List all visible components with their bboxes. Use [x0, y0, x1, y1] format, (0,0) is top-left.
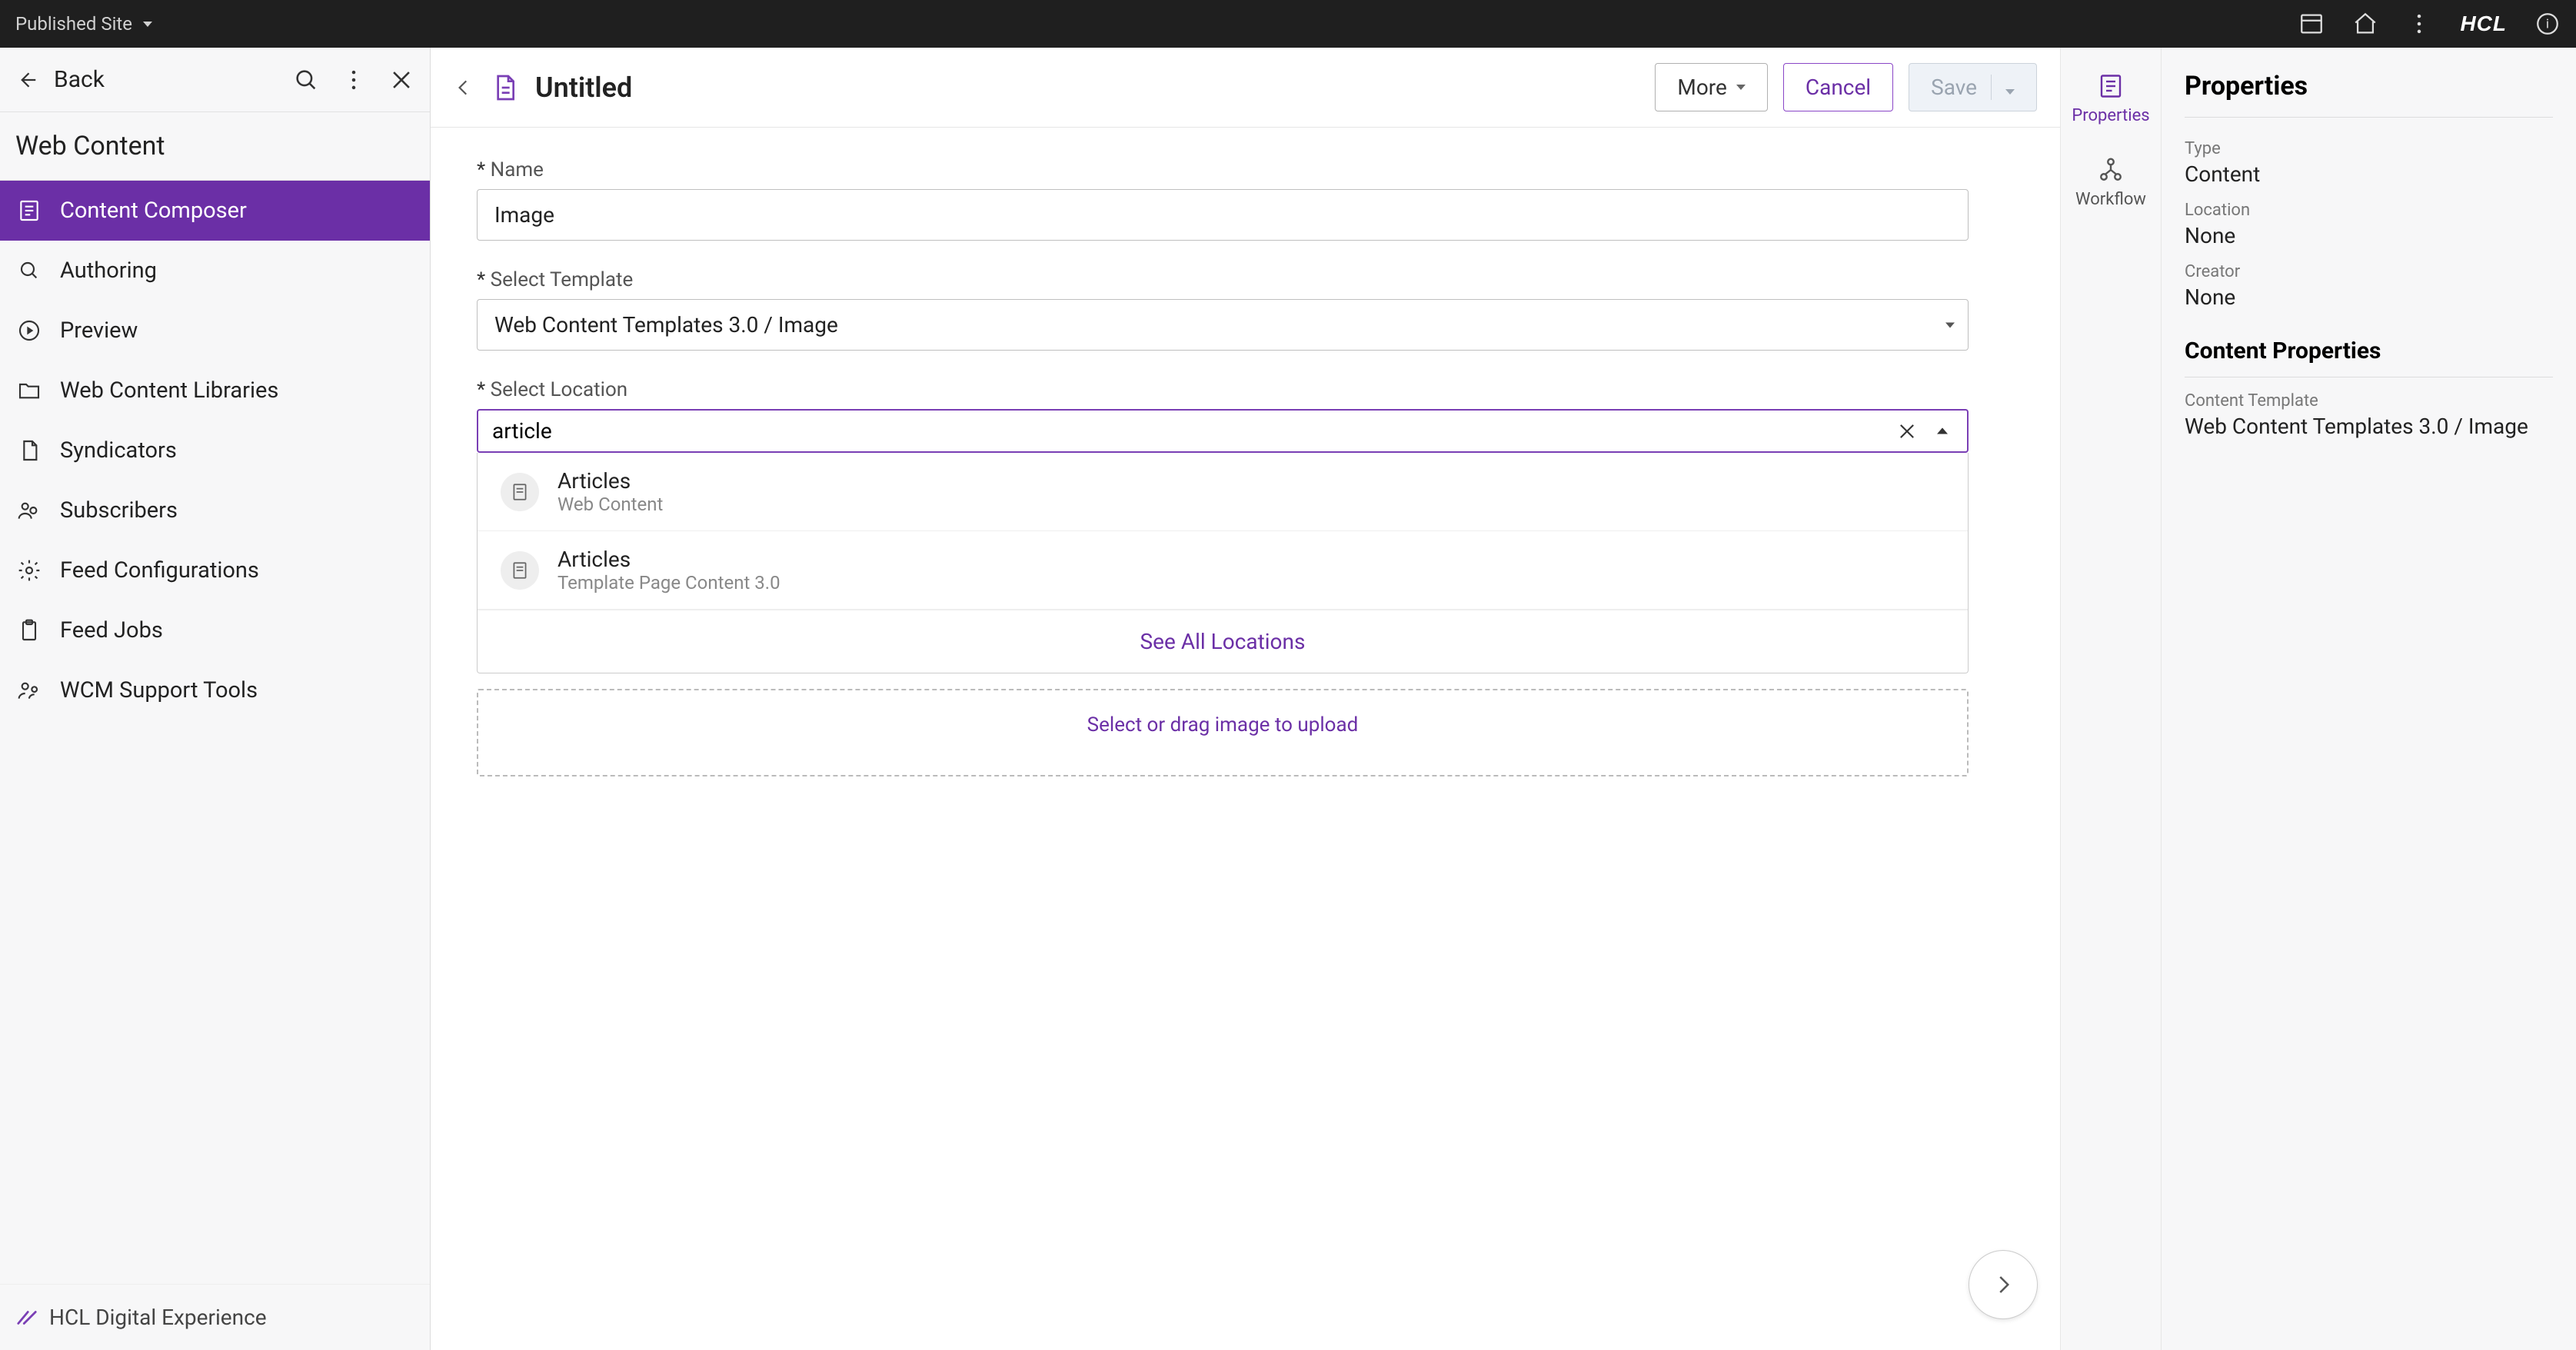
properties-panel-title: Properties	[2185, 71, 2553, 118]
people-icon	[17, 498, 42, 523]
prop-creator-value: None	[2185, 284, 2553, 310]
upload-hint-text: Select or drag image to upload	[1087, 713, 1359, 737]
properties-icon	[2097, 72, 2125, 100]
document-title: Untitled	[535, 71, 632, 104]
template-select[interactable]	[477, 299, 1969, 351]
prop-creator-label: Creator	[2185, 262, 2553, 281]
people-alt-icon	[17, 678, 42, 703]
tab-label: Properties	[2072, 106, 2149, 125]
prop-type-value: Content	[2185, 161, 2553, 187]
right-rail: Properties Workflow Properties Type Cont…	[2060, 48, 2576, 1350]
sidebar-item-label: Feed Configurations	[60, 557, 259, 584]
see-all-locations-link[interactable]: See All Locations	[478, 610, 1968, 673]
location-option-subtitle: Template Page Content 3.0	[557, 572, 780, 594]
panel-toggle-icon[interactable]	[2298, 11, 2325, 37]
image-upload-dropzone[interactable]: Select or drag image to upload	[477, 689, 1969, 776]
prop-ct-value: Web Content Templates 3.0 / Image	[2185, 414, 2553, 439]
save-button[interactable]: Save	[1909, 63, 2037, 111]
location-option[interactable]: Articles Web Content	[478, 453, 1968, 531]
sidebar-title: Web Content	[0, 112, 430, 181]
cancel-button[interactable]: Cancel	[1783, 63, 1893, 111]
sidebar-item-subscribers[interactable]: Subscribers	[0, 480, 430, 540]
clipboard-icon	[17, 618, 42, 643]
back-chevron-icon[interactable]	[454, 78, 474, 98]
sidebar-item-label: Authoring	[60, 258, 157, 284]
compose-icon	[17, 198, 42, 223]
play-icon	[17, 318, 42, 343]
caret-down-icon[interactable]	[1945, 322, 1955, 328]
gear-icon	[17, 558, 42, 583]
caret-down-icon	[1736, 85, 1746, 90]
product-name: HCL Digital Experience	[49, 1305, 267, 1330]
name-input[interactable]	[477, 189, 1969, 241]
tab-properties[interactable]: Properties	[2067, 66, 2154, 131]
folder-icon	[17, 378, 42, 403]
more-button-label: More	[1677, 75, 1727, 100]
sidebar-item-label: Feed Jobs	[60, 617, 163, 643]
product-logo-icon	[15, 1306, 38, 1329]
sidebar-item-preview[interactable]: Preview	[0, 301, 430, 361]
caret-down-icon	[2005, 89, 2015, 95]
sidebar-overflow-icon[interactable]	[341, 67, 367, 93]
tab-label: Workflow	[2075, 190, 2146, 209]
sidebar-item-label: Content Composer	[60, 198, 247, 224]
back-label[interactable]: Back	[54, 66, 105, 93]
sidebar-item-syndicators[interactable]: Syndicators	[0, 421, 430, 480]
sidebar-item-label: Web Content Libraries	[60, 377, 278, 404]
main-editor: Untitled More Cancel Save Name Select Te…	[431, 48, 2060, 1350]
product-footer-label: HCL Digital Experience	[0, 1284, 430, 1350]
location-input[interactable]	[492, 418, 1882, 444]
close-sidebar-icon[interactable]	[388, 67, 414, 93]
chevron-right-icon	[1992, 1273, 2015, 1296]
location-combobox[interactable]	[477, 409, 1969, 453]
prop-type-label: Type	[2185, 139, 2553, 158]
sidebar-item-support-tools[interactable]: WCM Support Tools	[0, 660, 430, 720]
sidebar-item-label: WCM Support Tools	[60, 677, 258, 703]
site-menu-caret-icon[interactable]	[143, 22, 152, 27]
location-dropdown: Articles Web Content Articles Template P…	[477, 453, 1969, 673]
sidebar-item-label: Syndicators	[60, 437, 177, 464]
search-icon[interactable]	[293, 67, 319, 93]
location-option-title: Articles	[557, 468, 663, 494]
back-arrow-icon[interactable]	[15, 68, 38, 91]
sidebar-item-authoring[interactable]: Authoring	[0, 241, 430, 301]
home-icon[interactable]	[2352, 11, 2378, 37]
prop-ct-label: Content Template	[2185, 391, 2553, 411]
workflow-icon	[2097, 156, 2125, 184]
more-button[interactable]: More	[1655, 63, 1768, 111]
tab-workflow[interactable]: Workflow	[2071, 150, 2151, 215]
help-icon[interactable]: i	[2534, 11, 2561, 37]
sidebar: Back Web Content Content Composer Author…	[0, 48, 431, 1350]
sidebar-item-label: Subscribers	[60, 497, 178, 524]
location-option-title: Articles	[557, 547, 780, 572]
site-menu-label[interactable]: Published Site	[15, 13, 132, 35]
document-icon	[489, 72, 520, 103]
app-topbar: Published Site HCL i	[0, 0, 2576, 48]
prop-location-value: None	[2185, 223, 2553, 248]
save-button-label: Save	[1931, 75, 1977, 100]
sidebar-item-label: Preview	[60, 318, 138, 344]
sidebar-item-feed-jobs[interactable]: Feed Jobs	[0, 600, 430, 660]
location-icon	[501, 551, 539, 590]
caret-up-icon[interactable]	[1932, 421, 1953, 442]
location-option-subtitle: Web Content	[557, 494, 663, 515]
overflow-menu-icon[interactable]	[2406, 11, 2432, 37]
svg-text:i: i	[2546, 17, 2549, 32]
location-icon	[501, 473, 539, 511]
template-field-label: Select Template	[477, 268, 1969, 291]
expand-rail-button[interactable]	[1969, 1250, 2038, 1319]
document-out-icon	[17, 438, 42, 463]
location-field-label: Select Location	[477, 378, 1969, 401]
sidebar-item-feed-config[interactable]: Feed Configurations	[0, 540, 430, 600]
prop-location-label: Location	[2185, 201, 2553, 220]
sidebar-item-libraries[interactable]: Web Content Libraries	[0, 361, 430, 421]
clear-icon[interactable]	[1896, 421, 1918, 442]
sidebar-item-content-composer[interactable]: Content Composer	[0, 181, 430, 241]
search-small-icon	[17, 258, 42, 283]
location-option[interactable]: Articles Template Page Content 3.0	[478, 531, 1968, 610]
content-properties-title: Content Properties	[2185, 338, 2553, 377]
name-field-label: Name	[477, 158, 1969, 181]
brand-logo: HCL	[2460, 12, 2507, 36]
